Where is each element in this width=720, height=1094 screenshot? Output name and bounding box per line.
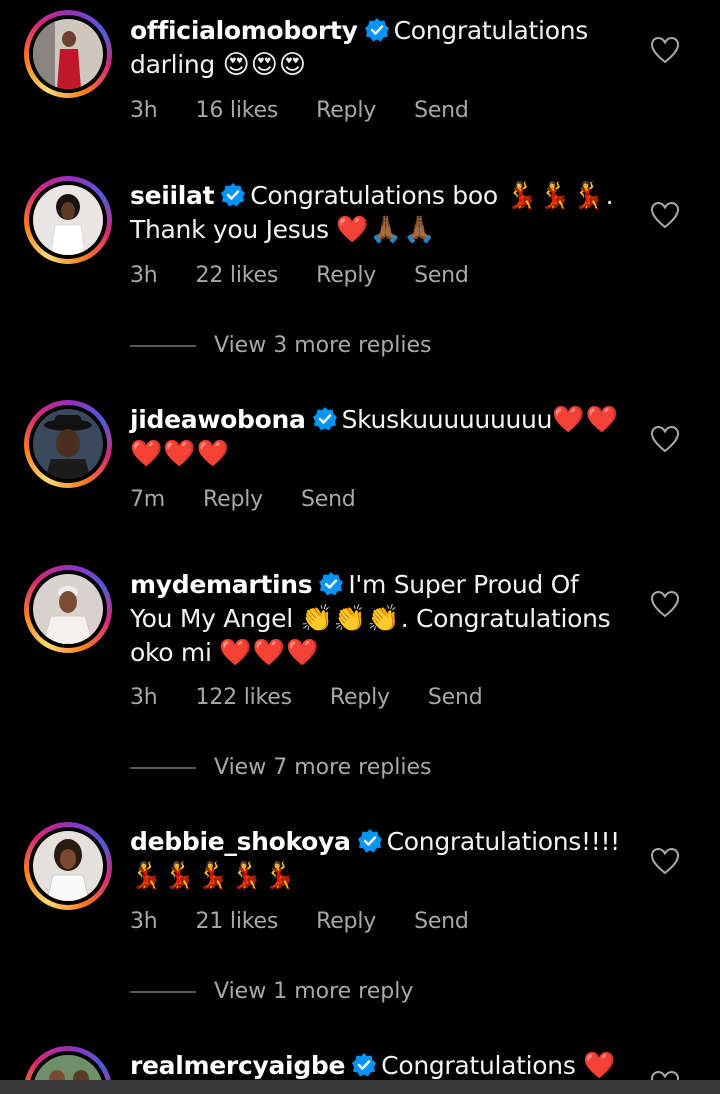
comment-text: Congratulations boo	[250, 181, 498, 210]
avatar[interactable]	[24, 176, 112, 264]
comment-emoji: 💃💃💃	[505, 181, 606, 211]
comment-text: Skuskuuuuuuuuu	[341, 405, 553, 434]
comment-body: officialomoborty Congratulations darling …	[130, 14, 620, 82]
verified-badge-icon	[318, 571, 344, 597]
bottom-edge-bar	[0, 1080, 720, 1094]
username[interactable]: jideawobona	[130, 405, 306, 434]
send-button[interactable]: Send	[414, 909, 469, 934]
view-more-replies[interactable]: View 1 more reply	[130, 979, 413, 1004]
likes-count[interactable]: 21 likes	[196, 909, 279, 934]
likes-count[interactable]: 16 likes	[196, 98, 279, 123]
likes-count[interactable]: 122 likes	[196, 685, 293, 710]
comment-meta: 3h 16 likes Reply Send	[130, 98, 507, 123]
comment-emoji: 💃💃💃💃💃	[130, 861, 297, 891]
comment-time: 3h	[130, 909, 158, 934]
reply-button[interactable]: Reply	[203, 487, 263, 512]
username[interactable]: officialomoborty	[130, 16, 358, 45]
comment-body: jideawobona Skuskuuuuuuuuu❤️❤️❤️❤️❤️	[130, 403, 620, 471]
comment-time: 3h	[130, 98, 158, 123]
comment-meta: 3h 122 likes Reply Send	[130, 685, 520, 710]
comment-text: Congratulations!!!!	[386, 827, 621, 856]
heart-icon[interactable]	[650, 425, 680, 453]
send-button[interactable]: Send	[414, 98, 469, 123]
comment-time: 3h	[130, 263, 158, 288]
comment-text: Congratulations	[381, 1051, 576, 1080]
comment-emoji: 👏👏👏	[300, 604, 401, 634]
comment-meta: 7m Reply Send	[130, 487, 394, 512]
comment-time: 7m	[130, 487, 166, 512]
comment-body: mydemartins I'm Super Proud Of You My Ang…	[130, 568, 620, 670]
avatar[interactable]	[24, 400, 112, 488]
username[interactable]: mydemartins	[130, 570, 313, 599]
reply-button[interactable]: Reply	[316, 909, 376, 934]
reply-button[interactable]: Reply	[330, 685, 390, 710]
comment-body: realmercyaigbe Congratulations ❤️	[130, 1049, 620, 1083]
comment-time: 3h	[130, 685, 158, 710]
likes-count[interactable]: 22 likes	[196, 263, 279, 288]
avatar[interactable]	[24, 822, 112, 910]
verified-badge-icon	[220, 182, 246, 208]
divider	[130, 344, 196, 347]
divider	[130, 990, 196, 993]
avatar[interactable]	[24, 10, 112, 98]
heart-icon[interactable]	[650, 201, 680, 229]
username[interactable]: debbie_shokoya	[130, 827, 351, 856]
username[interactable]: seiilat	[130, 181, 215, 210]
comment-meta: 3h 22 likes Reply Send	[130, 263, 507, 288]
view-replies-label[interactable]: View 1 more reply	[214, 979, 413, 1004]
heart-icon[interactable]	[650, 36, 680, 64]
verified-badge-icon	[364, 17, 390, 43]
divider	[130, 766, 196, 769]
view-more-replies[interactable]: View 3 more replies	[130, 333, 431, 358]
send-button[interactable]: Send	[414, 263, 469, 288]
view-replies-label[interactable]: View 3 more replies	[214, 333, 431, 358]
send-button[interactable]: Send	[428, 685, 483, 710]
verified-badge-icon	[351, 1052, 377, 1078]
comment-body: seiilat Congratulations boo 💃💃💃. Thank yo…	[130, 179, 620, 247]
verified-badge-icon	[312, 406, 338, 432]
comment-emoji: ❤️	[583, 1051, 617, 1081]
avatar[interactable]	[24, 565, 112, 653]
heart-icon[interactable]	[650, 590, 680, 618]
comments-screen: officialomoborty Congratulations darling …	[0, 0, 720, 1094]
reply-button[interactable]: Reply	[316, 98, 376, 123]
view-replies-label[interactable]: View 7 more replies	[214, 755, 431, 780]
send-button[interactable]: Send	[301, 487, 356, 512]
username[interactable]: realmercyaigbe	[130, 1051, 345, 1080]
reply-button[interactable]: Reply	[316, 263, 376, 288]
comment-emoji: ❤️❤️❤️	[219, 638, 320, 668]
heart-icon[interactable]	[650, 847, 680, 875]
comment-emoji: ❤️🙏🏾🙏🏾	[336, 215, 437, 245]
view-more-replies[interactable]: View 7 more replies	[130, 755, 431, 780]
verified-badge-icon	[357, 828, 383, 854]
comment-meta: 3h 21 likes Reply Send	[130, 909, 507, 934]
comment-body: debbie_shokoya Congratulations!!!! 💃💃💃💃💃	[130, 825, 620, 893]
comment-emoji: 😍😍😍	[222, 50, 307, 80]
